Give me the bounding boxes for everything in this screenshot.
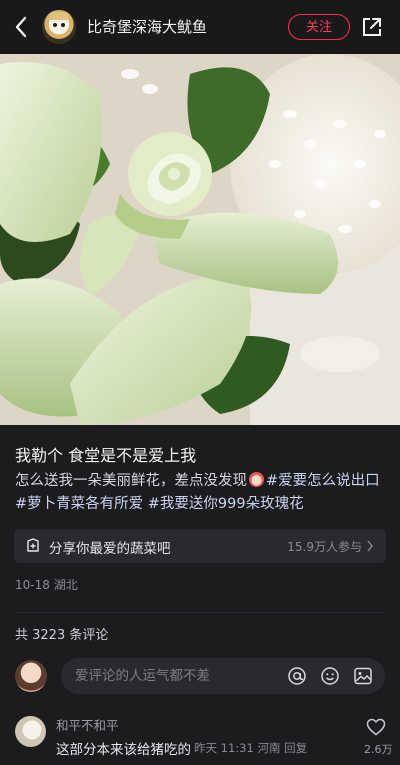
post-date: 10-18 [15, 578, 50, 592]
topic-label: 分享你最爱的蔬菜吧 [49, 541, 171, 557]
commenter-name[interactable]: 和平不和平 [56, 715, 119, 734]
emoji-icon [249, 472, 264, 487]
post-description-text: 怎么送我一朵美丽鲜花，差点没发现 [15, 473, 247, 489]
comment-text: 这部分本来该给猪吃的 [56, 742, 191, 758]
comment-input[interactable] [75, 666, 275, 686]
hashtag-link[interactable]: #我要送你999朵玫瑰花 [148, 496, 304, 512]
image-upload-icon[interactable] [353, 666, 373, 686]
topic-banner[interactable]: 分享你最爱的蔬菜吧 15.9万人参与 [14, 529, 386, 563]
comment-meta[interactable]: 昨天 11:31 河南 回复 [194, 740, 307, 756]
author-name[interactable]: 比奇堡深海大鱿鱼 [87, 16, 207, 37]
mention-icon[interactable] [287, 666, 307, 686]
share-icon[interactable] [361, 16, 383, 38]
post-meta: 10-18 湖北 [15, 576, 78, 593]
comment-count: 共 3223 条评论 [15, 628, 109, 643]
cabbage-rice-image [0, 54, 400, 425]
commenter-avatar[interactable] [15, 716, 46, 747]
top-bar: 比奇堡深海大鱿鱼 关注 [0, 0, 400, 54]
heart-icon[interactable] [366, 718, 386, 736]
post-location: 湖北 [53, 578, 78, 592]
author-avatar[interactable] [42, 10, 76, 44]
topic-plus-icon [27, 538, 39, 552]
hashtag-link[interactable]: #爱要怎么说出口 [266, 473, 380, 489]
my-avatar[interactable] [15, 660, 47, 692]
follow-button[interactable]: 关注 [288, 14, 350, 40]
post-photo[interactable] [0, 54, 400, 425]
topic-participants: 15.9万人参与 [287, 540, 362, 554]
post-title: 我勒个 食堂是不是爱上我 [15, 446, 197, 465]
emoji-picker-icon[interactable] [320, 666, 340, 686]
chevron-right-icon [367, 540, 373, 552]
divider [15, 612, 385, 613]
back-arrow-icon[interactable] [12, 14, 30, 40]
comment-input-box[interactable] [61, 658, 385, 694]
post-description: 怎么送我一朵美丽鲜花，差点没发现 #爱要怎么说出口 #萝卜青菜各有所爱 #我要送你… [15, 470, 387, 516]
hashtag-link[interactable]: #萝卜青菜各有所爱 [15, 496, 143, 512]
like-count: 2.6万 [364, 743, 393, 756]
